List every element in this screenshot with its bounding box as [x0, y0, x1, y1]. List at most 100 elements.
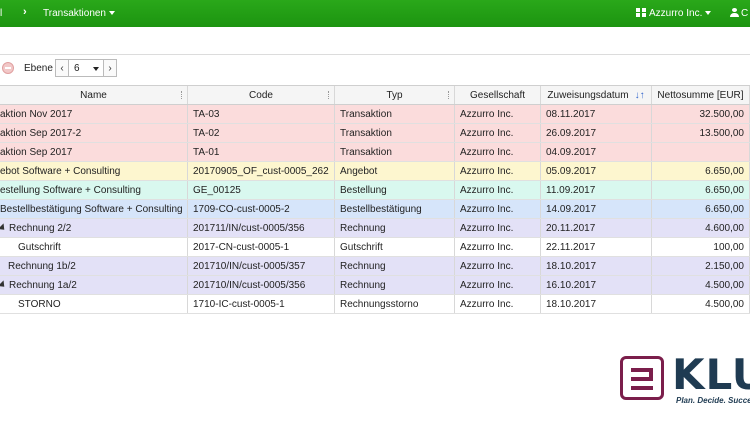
- row-company: Azzurro Inc.: [455, 200, 541, 218]
- table-row[interactable]: ebot Software + Consulting 20170905_OF_cu…: [0, 162, 750, 181]
- table-row[interactable]: Rechnung 1b/2 201710/IN/cust-0005/357 Rech…: [0, 257, 750, 276]
- user-menu[interactable]: C: [730, 8, 748, 19]
- table-row[interactable]: Gutschrift 2017-CN-cust-0005-1 Gutschrift A…: [0, 238, 750, 257]
- collapse-icon[interactable]: [2, 62, 14, 74]
- level-label: Ebene: [24, 63, 53, 74]
- row-type: Bestellbestätigung: [335, 200, 455, 218]
- row-amount: 4.500,00: [652, 295, 750, 313]
- chevron-down-icon: [109, 11, 115, 16]
- grid-icon: [636, 8, 646, 17]
- row-code: 20170905_OF_cust-0005_262: [188, 162, 335, 180]
- row-company: Azzurro Inc.: [455, 276, 541, 294]
- row-date: 18.10.2017: [541, 295, 652, 313]
- row-date: 14.09.2017: [541, 200, 652, 218]
- row-amount: 4.600,00: [652, 219, 750, 237]
- row-name: aktion Sep 2017-2: [0, 124, 188, 142]
- company-switcher[interactable]: Azzurro Inc.: [636, 8, 712, 19]
- row-code: 201711/IN/cust-0005/356: [188, 219, 335, 237]
- row-amount: 32.500,00: [652, 105, 750, 123]
- header-divider: [0, 54, 750, 55]
- column-header-type[interactable]: Typ: [335, 86, 455, 104]
- row-company: Azzurro Inc.: [455, 143, 541, 161]
- row-amount: 4.500,00: [652, 276, 750, 294]
- row-name: aktion Sep 2017: [0, 143, 188, 161]
- column-resize-handle[interactable]: [181, 91, 183, 99]
- level-prev-button[interactable]: ‹: [55, 59, 69, 77]
- row-type: Transaktion: [335, 105, 455, 123]
- row-code: 201710/IN/cust-0005/356: [188, 276, 335, 294]
- level-stepper: ‹ 6 ›: [55, 59, 117, 77]
- user-icon: [730, 8, 739, 17]
- table-row[interactable]: Rechnung 1a/2 201710/IN/cust-0005/356 Rech…: [0, 276, 750, 295]
- row-name: estellung Software + Consulting: [0, 181, 188, 199]
- row-type: Rechnung: [335, 257, 455, 275]
- row-name: Rechnung 1b/2: [0, 257, 188, 275]
- transactions-menu-label: Transaktionen: [43, 8, 106, 19]
- expand-triangle-icon[interactable]: [0, 223, 8, 233]
- row-code: TA-02: [188, 124, 335, 142]
- row-company: Azzurro Inc.: [455, 238, 541, 256]
- row-type: Transaktion: [335, 124, 455, 142]
- row-name: aktion Nov 2017: [0, 105, 188, 123]
- table-row[interactable]: Rechnung 2/2 201711/IN/cust-0005/356 Rechn…: [0, 219, 750, 238]
- row-name: Gutschrift: [0, 238, 188, 256]
- row-amount: 6.650,00: [652, 200, 750, 218]
- row-date: 08.11.2017: [541, 105, 652, 123]
- row-type: Bestellung: [335, 181, 455, 199]
- column-header-company[interactable]: Gesellschaft: [455, 86, 541, 104]
- column-resize-handle[interactable]: [328, 91, 330, 99]
- row-amount: 100,00: [652, 238, 750, 256]
- row-date: 11.09.2017: [541, 181, 652, 199]
- table-row[interactable]: estellung Software + Consulting GE_00125 B…: [0, 181, 750, 200]
- row-type: Gutschrift: [335, 238, 455, 256]
- row-date: 20.11.2017: [541, 219, 652, 237]
- transactions-table: Name Code Typ Gesellschaft Zuweisungsdat…: [0, 85, 750, 314]
- row-code: 1709-CO-cust-0005-2: [188, 200, 335, 218]
- column-header-amount[interactable]: Nettosumme [EUR]: [652, 86, 750, 104]
- transactions-menu[interactable]: Transaktionen: [43, 8, 115, 19]
- table-row[interactable]: aktion Sep 2017-2 TA-02 Transaktion Azzurro…: [0, 124, 750, 143]
- table-row[interactable]: STORNO 1710-IC-cust-0005-1 Rechnungsstorno…: [0, 295, 750, 314]
- row-type: Transaktion: [335, 143, 455, 161]
- main-menu-label[interactable]: l: [0, 8, 2, 19]
- row-amount: 6.650,00: [652, 162, 750, 180]
- level-value: 6: [74, 62, 80, 74]
- klu-logo-icon: [620, 356, 664, 400]
- column-header-date[interactable]: Zuweisungsdatum ↓↑: [541, 86, 652, 104]
- table-row[interactable]: Bestellbestätigung Software + Consulting…: [0, 200, 750, 219]
- logo-tagline: Plan. Decide. Succe: [676, 396, 750, 405]
- column-resize-handle[interactable]: [448, 91, 450, 99]
- row-name: Rechnung 1a/2: [0, 276, 188, 294]
- top-navigation-bar: l › Transaktionen Azzurro Inc. C: [0, 0, 750, 27]
- expand-triangle-icon[interactable]: [0, 280, 8, 290]
- row-company: Azzurro Inc.: [455, 124, 541, 142]
- chevron-down-icon: [93, 67, 99, 71]
- row-amount: 2.150,00: [652, 257, 750, 275]
- row-name: Rechnung 2/2: [0, 219, 188, 237]
- level-next-button[interactable]: ›: [103, 59, 117, 77]
- row-type: Rechnung: [335, 219, 455, 237]
- row-amount: [652, 143, 750, 161]
- row-company: Azzurro Inc.: [455, 257, 541, 275]
- row-code: TA-03: [188, 105, 335, 123]
- row-company: Azzurro Inc.: [455, 105, 541, 123]
- row-name: STORNO: [0, 295, 188, 313]
- row-code: 201710/IN/cust-0005/357: [188, 257, 335, 275]
- breadcrumb-separator: ›: [23, 6, 27, 18]
- chevron-down-icon: [705, 11, 712, 16]
- table-header: Name Code Typ Gesellschaft Zuweisungsdat…: [0, 86, 750, 105]
- table-row[interactable]: aktion Nov 2017 TA-03 Transaktion Azzurro I…: [0, 105, 750, 124]
- column-header-code[interactable]: Code: [188, 86, 335, 104]
- level-select[interactable]: 6: [69, 59, 103, 77]
- row-date: 22.11.2017: [541, 238, 652, 256]
- row-code: 1710-IC-cust-0005-1: [188, 295, 335, 313]
- logo-wordmark: KLU: [672, 350, 750, 399]
- table-row[interactable]: aktion Sep 2017 TA-01 Transaktion Azzurro I…: [0, 143, 750, 162]
- sort-icon[interactable]: ↓↑: [635, 90, 645, 101]
- row-company: Azzurro Inc.: [455, 219, 541, 237]
- row-company: Azzurro Inc.: [455, 295, 541, 313]
- row-date: 05.09.2017: [541, 162, 652, 180]
- company-switcher-label: Azzurro Inc.: [649, 8, 703, 19]
- row-amount: 6.650,00: [652, 181, 750, 199]
- column-header-name[interactable]: Name: [0, 86, 188, 104]
